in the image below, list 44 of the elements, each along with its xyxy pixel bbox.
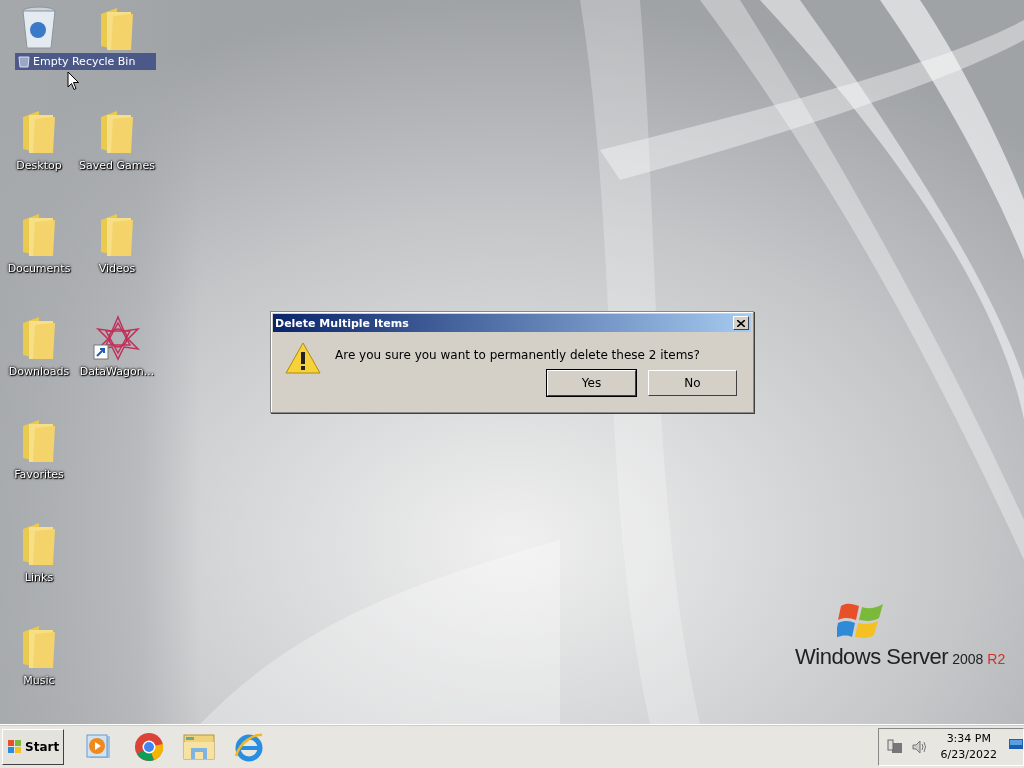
chrome-icon	[134, 731, 165, 762]
folder-icon	[21, 212, 57, 258]
folder-icon	[99, 212, 135, 258]
icon-label[interactable]: Saved Games	[78, 159, 156, 172]
icon-label[interactable]: Music	[22, 674, 56, 687]
recycle-bin-icon	[18, 55, 30, 68]
edition-text: R2	[987, 651, 1006, 667]
icon-label[interactable]: Videos	[97, 262, 137, 275]
shortcut-icon	[92, 315, 142, 361]
browser-icon	[234, 731, 265, 762]
windows-flag-icon	[7, 739, 23, 754]
folder-icon	[21, 418, 57, 464]
version-text: 2008	[952, 651, 984, 667]
icon-label[interactable]: Downloads	[7, 365, 71, 378]
clock-time[interactable]: 3:34 PM	[946, 730, 991, 747]
logo-text: Windows Server	[795, 644, 949, 670]
folder-icon	[99, 109, 135, 155]
icon-label[interactable]: Links	[23, 571, 55, 584]
icon-label[interactable]: Favorites	[13, 468, 65, 481]
warning-icon	[285, 342, 321, 374]
folder-icon	[21, 315, 57, 361]
start-button[interactable]: Start	[2, 728, 65, 765]
media-player-icon	[86, 733, 113, 760]
recycle-bin-icon	[22, 6, 56, 50]
drag-label-text: Empty Recycle Bin	[33, 55, 136, 68]
clock-date[interactable]: 6/23/2022	[940, 746, 997, 763]
window-title: Delete Multiple Items	[275, 316, 409, 330]
folder-icon	[99, 6, 135, 52]
folder-icon	[21, 624, 57, 670]
folder-icon	[21, 521, 57, 567]
dialog-button[interactable]: Yes	[547, 370, 636, 396]
icon-label[interactable]: Documents	[6, 262, 72, 275]
close-icon	[737, 319, 745, 327]
cursor-icon	[67, 71, 80, 91]
dialog-button[interactable]: No	[648, 370, 737, 396]
network-icon	[886, 738, 903, 755]
monitor-icon	[1009, 739, 1023, 751]
close-button[interactable]	[733, 316, 749, 330]
icon-label[interactable]: Desktop	[15, 159, 63, 172]
folder-icon	[183, 732, 216, 761]
icon-label[interactable]: DataWagon...	[78, 365, 156, 378]
dialog-message: Are you sure you want to permanently delete these 2 items?	[335, 348, 700, 364]
volume-icon	[910, 738, 927, 755]
folder-icon	[21, 109, 57, 155]
